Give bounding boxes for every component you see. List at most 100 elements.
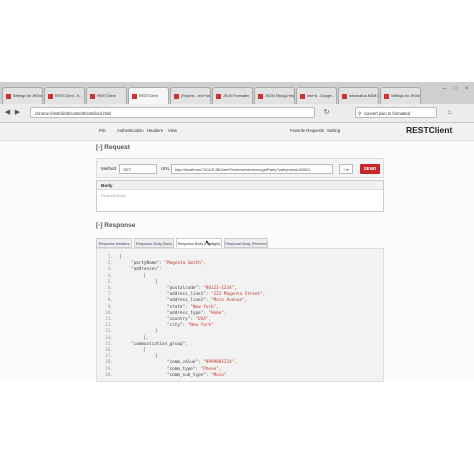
json-key: "addresses": [131, 267, 163, 273]
json-key: "comm_value": [167, 360, 204, 366]
json-key: "partyName": [131, 261, 165, 267]
browser-tab[interactable]: Informatica MDM Hub [338, 87, 379, 104]
json-key: ], [143, 335, 149, 341]
code-line: 16.[ [97, 348, 383, 354]
forward-icon[interactable]: ▶ [13, 108, 22, 117]
url-input[interactable]: http://localhost:7001/EJBClientTest/rest… [171, 164, 333, 174]
json-value: "222 Magenta Street", [210, 292, 266, 298]
json-key: "address_line1": [167, 292, 211, 298]
response-body-code[interactable]: 1.{2. "partyName": "Magenta Smith", 3. "add… [96, 248, 384, 382]
browser-tab[interactable]: Settings for JROdem [2, 87, 43, 104]
request-body-panel: Body Request Body [96, 180, 384, 212]
tab-response-headers[interactable]: Response Headers [96, 238, 132, 248]
browser-window: – □ × Settings for JROdem RESTClient - fi… [0, 82, 474, 382]
menu-headers[interactable]: Headers [147, 128, 163, 133]
tab-favicon-icon [342, 93, 347, 99]
browser-tab[interactable]: Settings for JROdem [380, 87, 421, 104]
json-key: [ [143, 273, 146, 279]
browser-tab-label: Settings for JROdem [13, 94, 42, 98]
app-brand: RESTClient [406, 125, 453, 135]
tab-favicon-icon [216, 93, 221, 99]
browser-tab-label: Settings for JROdem [391, 94, 420, 98]
browser-tab[interactable]: JSON Strong-Help [254, 87, 295, 104]
browser-tab-label: RESTClient [97, 94, 116, 98]
maximize-icon[interactable]: □ [451, 86, 460, 92]
mouse-cursor-icon: ↖ [205, 240, 211, 247]
code-line: 13.} [97, 329, 383, 335]
back-icon[interactable]: ◀ [3, 108, 12, 117]
line-number: 13. [105, 329, 113, 335]
json-key: "communication_group": [131, 341, 188, 347]
code-line: 3. "addresses": [97, 267, 383, 273]
star-icon: ☆▾ [343, 167, 349, 172]
reload-icon[interactable]: ↻ [322, 108, 331, 117]
json-key: { [155, 354, 158, 360]
search-icon: ⚲ [358, 111, 362, 116]
method-value: GET [123, 167, 132, 172]
browser-tab[interactable]: (Rs)sms - rest+hasin [170, 87, 211, 104]
tab-favicon-icon [90, 93, 95, 99]
request-section-title[interactable]: [-] Request [96, 144, 130, 151]
menu-authentication[interactable]: Authentication [117, 128, 144, 133]
browser-tab[interactable]: JSON Formatter [212, 87, 253, 104]
tab-favicon-icon [258, 93, 263, 99]
tab-favicon-icon [48, 93, 53, 99]
browser-tab-label: JSON Formatter [223, 94, 250, 98]
line-number: 3. [107, 267, 113, 273]
json-key: "postalcode": [167, 286, 204, 291]
line-number: 5. [107, 279, 113, 285]
json-key: { [119, 255, 122, 260]
code-line: 10. "address_type": "Home", [97, 311, 383, 317]
line-number: 19. [105, 366, 113, 372]
browser-tab[interactable]: RESTClient - fi... [44, 87, 85, 104]
json-value: "90123-1234", [203, 286, 237, 291]
line-number: 8. [107, 298, 113, 304]
json-value: "New York", [190, 304, 219, 310]
browser-tab[interactable]: RESTClient [86, 87, 127, 104]
json-value: "9999881234", [203, 360, 237, 366]
send-button[interactable]: SEND [360, 164, 380, 174]
close-window-icon[interactable]: × [462, 86, 471, 92]
tab-favicon-icon [384, 93, 389, 99]
menu-setting[interactable]: Setting [327, 128, 340, 133]
line-number: 10. [105, 310, 113, 316]
tab-favicon-icon [174, 93, 179, 99]
method-select[interactable]: GET [119, 164, 157, 174]
browser-tab[interactable]: RESTClient [128, 87, 169, 104]
search-text: convert json to formatted [364, 111, 411, 116]
menu-favorite-requests[interactable]: Favorite Requests [290, 128, 324, 133]
minimize-icon[interactable]: – [440, 86, 449, 92]
tab-favicon-icon [6, 93, 11, 99]
code-line: 4. [ [97, 274, 383, 280]
request-body-input[interactable]: Request Body [101, 193, 126, 198]
code-line: 19. "comm_type": "Phone", [97, 367, 383, 373]
request-panel: Method GET URL http://localhost:7001/EJB… [96, 158, 384, 178]
json-value: "Main Avenue", [210, 298, 248, 304]
browser-tab-strip: – □ × Settings for JROdem RESTClient - fi… [0, 82, 474, 104]
tab-response-body-raw[interactable]: Response Body (Raw) [134, 238, 174, 248]
url-history-dropdown[interactable]: ☆▾ [339, 164, 353, 174]
tab-response-body-highlight[interactable]: Response Body (Highlight) [176, 238, 222, 248]
address-bar[interactable]: chrome://restclient/content/restclient.h… [30, 107, 315, 118]
response-section-title[interactable]: [-] Response [96, 222, 135, 229]
json-value: "USA", [195, 317, 211, 322]
json-key: "comm_sub_type": [167, 372, 211, 378]
browser-tab-label: Informatica MDM Hub [349, 94, 378, 98]
search-box[interactable]: ⚲ convert json to formatted [355, 107, 437, 118]
browser-tab[interactable]: rest+d - Google... [296, 87, 337, 104]
json-key: "comm_type": [167, 366, 201, 372]
browser-tab-label: (Rs)sms - rest+hasin [181, 94, 211, 98]
menu-file[interactable]: File [99, 128, 106, 133]
home-icon[interactable]: ⌂ [445, 108, 454, 117]
body-label: Body [97, 181, 383, 190]
code-line: 14.], [97, 336, 383, 342]
json-value: "Home", [208, 310, 227, 316]
json-value: "Phone", [200, 366, 222, 372]
json-value: "Main" [210, 372, 227, 378]
tab-response-body-preview[interactable]: Response Body (Preview) [224, 238, 268, 248]
browser-tab-label: rest+d - Google... [307, 94, 335, 98]
code-line: 17.{ [97, 354, 383, 360]
menu-view[interactable]: View [168, 128, 177, 133]
line-number: 9. [107, 304, 113, 310]
line-number: 4. [107, 273, 113, 279]
